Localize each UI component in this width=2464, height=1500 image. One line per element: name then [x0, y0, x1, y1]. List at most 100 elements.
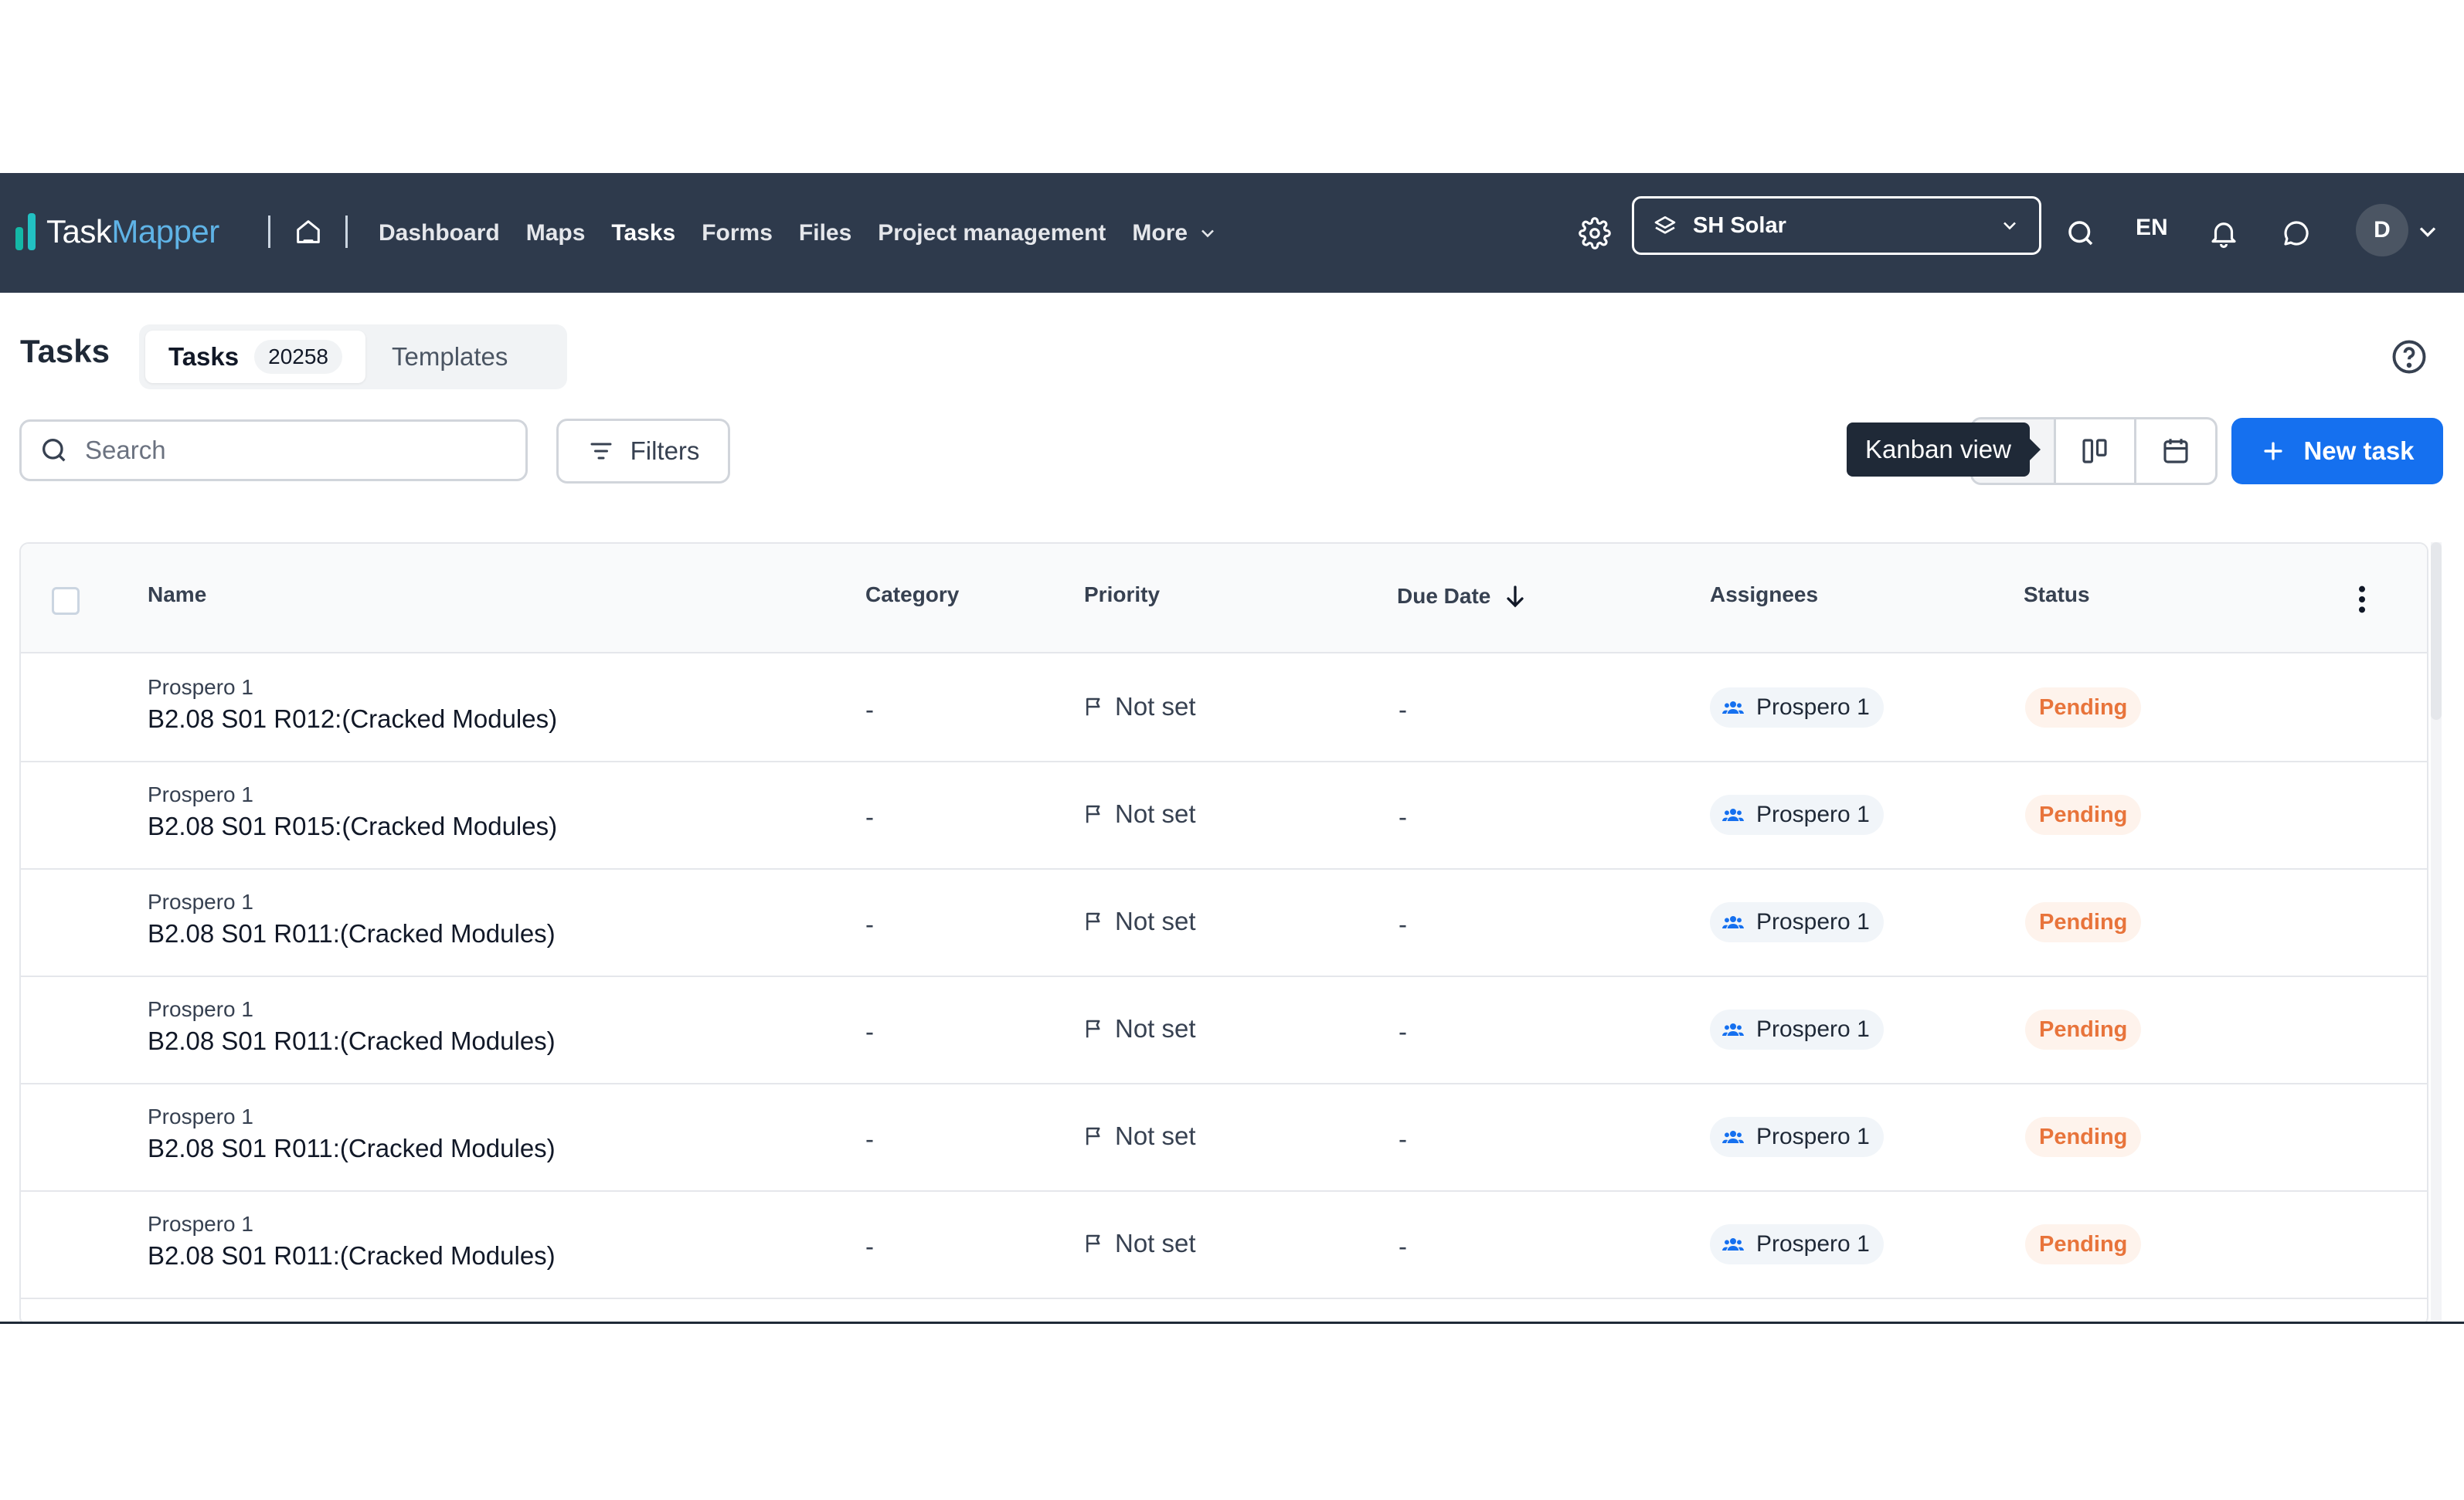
nav-item-maps[interactable]: Maps: [526, 220, 586, 246]
task-priority[interactable]: Not set: [1082, 1229, 1196, 1258]
task-name[interactable]: B2.08 S01 R011:(Cracked Modules): [148, 1241, 556, 1271]
assignee-chip[interactable]: Prospero 1: [1710, 1117, 1884, 1157]
task-due-date: -: [1399, 803, 1407, 831]
task-name[interactable]: B2.08 S01 R015:(Cracked Modules): [148, 812, 557, 841]
workspace-name: SH Solar: [1693, 212, 1786, 238]
assignee-chip[interactable]: Prospero 1: [1710, 1010, 1884, 1050]
task-due-date: -: [1399, 1017, 1407, 1046]
task-priority-label: Not set: [1115, 1122, 1196, 1150]
workspace-selector[interactable]: SH Solar: [1632, 196, 2041, 255]
flag-icon: [1086, 912, 1100, 931]
select-all-checkbox[interactable]: [52, 587, 80, 615]
column-header-assignees[interactable]: Assignees: [1710, 582, 1818, 607]
group-icon: [1722, 1023, 1744, 1036]
status-badge[interactable]: Pending: [2025, 1224, 2142, 1264]
flag-icon: [1086, 805, 1100, 823]
nav-item-forms[interactable]: Forms: [702, 220, 773, 246]
nav-item-tasks[interactable]: Tasks: [611, 220, 675, 246]
table-header: Name Category Priority Due Date Assignee…: [21, 544, 2427, 653]
gear-icon[interactable]: [1573, 212, 1616, 255]
top-nav-bar: TaskMapper Dashboard Maps Tasks Forms Fi…: [0, 173, 2464, 293]
tab-tasks-label: Tasks: [168, 342, 240, 371]
tab-templates[interactable]: Templates: [369, 331, 531, 383]
group-icon: [1722, 701, 1744, 714]
nav-item-project-management[interactable]: Project management: [878, 220, 1106, 246]
task-parent: Prospero 1: [148, 1105, 253, 1128]
task-category: -: [865, 1125, 874, 1153]
sort-desc-icon: [1507, 585, 1524, 608]
assignee-chip[interactable]: Prospero 1: [1710, 795, 1884, 835]
group-icon: [1722, 1238, 1744, 1251]
task-priority[interactable]: Not set: [1082, 907, 1196, 936]
task-priority[interactable]: Not set: [1082, 799, 1196, 829]
chevron-down-icon[interactable]: [2414, 218, 2442, 246]
group-icon: [1722, 1131, 1744, 1143]
help-icon[interactable]: [2389, 337, 2429, 377]
task-priority[interactable]: Not set: [1082, 1014, 1196, 1044]
flag-icon: [1086, 1020, 1100, 1038]
language-selector[interactable]: EN: [2136, 215, 2168, 241]
task-name[interactable]: B2.08 S01 R011:(Cracked Modules): [148, 919, 556, 949]
flag-icon: [1086, 697, 1100, 716]
status-badge[interactable]: Pending: [2025, 687, 2142, 728]
filters-label: Filters: [630, 436, 700, 465]
table-row[interactable]: Prospero 1 B2.08 S01 R011:(Cracked Modul…: [21, 1083, 2427, 1192]
task-priority[interactable]: Not set: [1082, 692, 1196, 721]
page-title: Tasks: [20, 333, 110, 369]
task-due-date: -: [1399, 1232, 1407, 1261]
new-task-button[interactable]: New task: [2231, 418, 2443, 484]
assignee-label: Prospero 1: [1756, 909, 1870, 935]
kanban-view-button[interactable]: [2053, 419, 2135, 483]
status-badge[interactable]: Pending: [2025, 1117, 2142, 1157]
task-name[interactable]: B2.08 S01 R011:(Cracked Modules): [148, 1027, 556, 1056]
table-row[interactable]: Prospero 1 B2.08 S01 R011:(Cracked Modul…: [21, 868, 2427, 977]
search-icon[interactable]: [2059, 212, 2102, 255]
table-row[interactable]: Prospero 1 B2.08 S01 R015:(Cracked Modul…: [21, 761, 2427, 870]
tab-tasks[interactable]: Tasks 20258: [145, 331, 365, 383]
more-vertical-icon[interactable]: [2347, 581, 2377, 618]
status-badge[interactable]: Pending: [2025, 902, 2142, 942]
column-header-priority[interactable]: Priority: [1084, 582, 1160, 607]
assignee-chip[interactable]: Prospero 1: [1710, 1224, 1884, 1264]
assignee-label: Prospero 1: [1756, 1231, 1870, 1257]
flag-icon: [1086, 1127, 1100, 1145]
search-input[interactable]: [85, 436, 508, 465]
column-header-category[interactable]: Category: [865, 582, 959, 607]
table-row[interactable]: Prospero 1 B2.08 S01 R012:(Cracked Modul…: [21, 653, 2427, 762]
column-header-name[interactable]: Name: [148, 582, 206, 607]
group-icon: [1722, 916, 1744, 928]
nav-item-more[interactable]: More: [1132, 220, 1218, 246]
main-nav: Dashboard Maps Tasks Forms Files Project…: [379, 173, 1218, 293]
assignee-label: Prospero 1: [1756, 1016, 1870, 1042]
task-priority[interactable]: Not set: [1082, 1122, 1196, 1151]
logo-text: TaskMapper: [46, 213, 219, 250]
task-due-date: -: [1399, 695, 1407, 724]
task-name[interactable]: B2.08 S01 R011:(Cracked Modules): [148, 1134, 556, 1163]
kanban-icon: [2082, 439, 2108, 463]
chat-icon[interactable]: [2275, 212, 2318, 255]
taskmapper-logo[interactable]: TaskMapper: [15, 207, 219, 256]
app-frame: TaskMapper Dashboard Maps Tasks Forms Fi…: [0, 173, 2464, 1324]
bell-icon[interactable]: [2202, 212, 2245, 255]
column-header-status[interactable]: Status: [2024, 582, 2090, 607]
task-name[interactable]: B2.08 S01 R012:(Cracked Modules): [148, 704, 557, 734]
filters-button[interactable]: Filters: [556, 419, 730, 484]
status-badge[interactable]: Pending: [2025, 1010, 2142, 1050]
assignee-chip[interactable]: Prospero 1: [1710, 902, 1884, 942]
table-row[interactable]: Prospero 1 B2.08 S01 R011:(Cracked Modul…: [21, 1190, 2427, 1299]
assignee-label: Prospero 1: [1756, 1124, 1870, 1149]
table-scrollbar-thumb[interactable]: [2431, 542, 2442, 720]
group-icon: [1722, 809, 1744, 821]
nav-item-files[interactable]: Files: [799, 220, 851, 246]
table-row[interactable]: Prospero 1 B2.08 S01 R011:(Cracked Modul…: [21, 976, 2427, 1084]
nav-item-dashboard[interactable]: Dashboard: [379, 220, 500, 246]
assignee-chip[interactable]: Prospero 1: [1710, 687, 1884, 728]
home-icon[interactable]: [290, 213, 327, 250]
task-parent: Prospero 1: [148, 997, 253, 1021]
status-badge[interactable]: Pending: [2025, 795, 2142, 835]
calendar-view-button[interactable]: [2134, 419, 2215, 483]
avatar[interactable]: D: [2356, 204, 2408, 256]
search-box: [19, 419, 528, 481]
logo-mark-icon: [15, 213, 36, 250]
column-header-due-date[interactable]: Due Date: [1397, 582, 1529, 610]
